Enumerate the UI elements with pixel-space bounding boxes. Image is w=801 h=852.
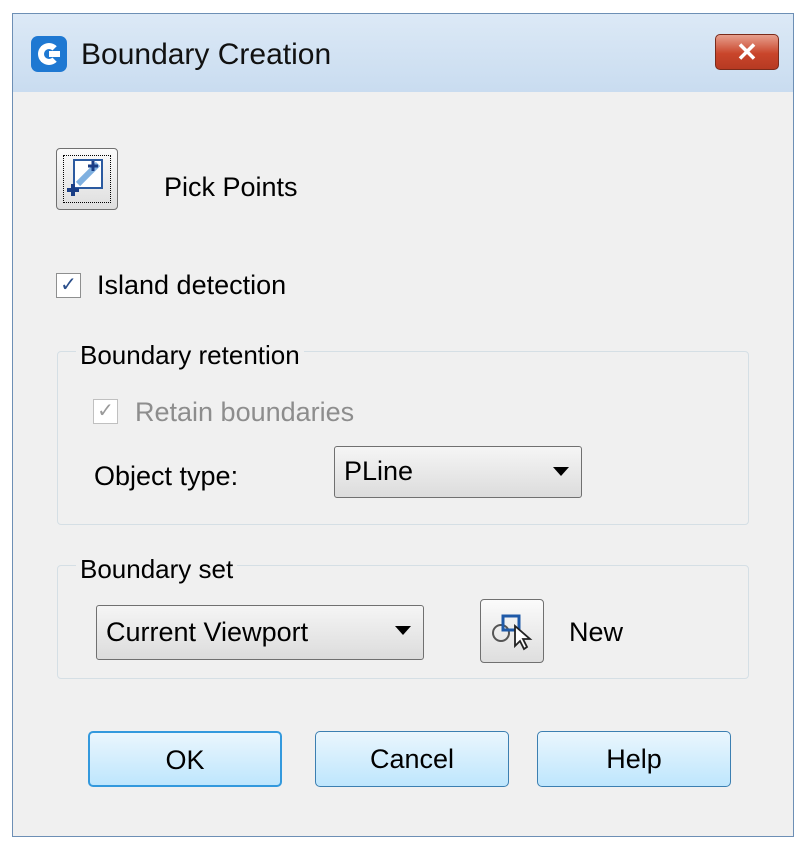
pick-points-icon bbox=[67, 159, 103, 196]
pick-points-button[interactable] bbox=[56, 148, 118, 210]
object-type-label: Object type: bbox=[94, 461, 239, 491]
app-logo-icon bbox=[31, 36, 67, 72]
chevron-down-icon bbox=[395, 626, 411, 635]
island-detection-checkbox[interactable]: ✓ bbox=[56, 273, 81, 298]
boundary-retention-group bbox=[57, 351, 749, 525]
object-type-dropdown[interactable]: PLine bbox=[334, 446, 582, 498]
boundary-set-dropdown[interactable]: Current Viewport bbox=[96, 605, 424, 660]
boundary-set-value: Current Viewport bbox=[106, 617, 309, 647]
title-bar[interactable]: Boundary Creation ✕ bbox=[13, 14, 793, 92]
boundary-retention-legend: Boundary retention bbox=[76, 340, 304, 371]
island-detection-label[interactable]: Island detection bbox=[97, 270, 286, 301]
boundary-creation-dialog: Boundary Creation ✕ Pick Points ✓ Island… bbox=[12, 13, 794, 837]
dialog-title: Boundary Creation bbox=[81, 38, 332, 71]
chevron-down-icon bbox=[553, 467, 569, 476]
cancel-button[interactable]: Cancel bbox=[315, 731, 509, 787]
new-boundary-set-button[interactable] bbox=[480, 599, 544, 663]
ok-button[interactable]: OK bbox=[88, 731, 282, 787]
retain-boundaries-label: Retain boundaries bbox=[135, 397, 355, 427]
close-icon: ✕ bbox=[736, 37, 758, 67]
boundary-set-legend: Boundary set bbox=[76, 554, 238, 585]
new-label: New bbox=[569, 617, 624, 647]
retain-boundaries-checkbox: ✓ bbox=[93, 399, 118, 424]
select-objects-icon bbox=[492, 614, 533, 651]
pick-points-label[interactable]: Pick Points bbox=[164, 172, 298, 203]
close-button[interactable]: ✕ bbox=[715, 34, 779, 70]
help-button[interactable]: Help bbox=[537, 731, 731, 787]
object-type-value: PLine bbox=[344, 456, 414, 486]
